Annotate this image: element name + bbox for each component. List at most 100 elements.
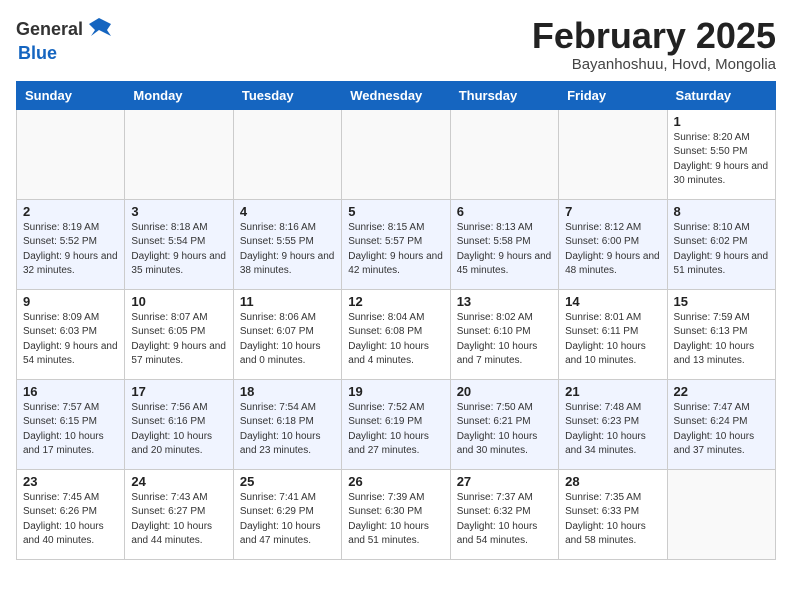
day-number: 22	[674, 384, 769, 399]
day-info: Sunrise: 7:47 AM Sunset: 6:24 PM Dayligh…	[674, 401, 769, 459]
day-number: 11	[240, 294, 335, 309]
calendar-day-cell: 24Sunrise: 7:43 AM Sunset: 6:27 PM Dayli…	[125, 469, 233, 559]
calendar-week-row: 1Sunrise: 8:20 AM Sunset: 5:50 PM Daylig…	[17, 109, 776, 199]
calendar-week-row: 16 Sunrise: 7:57 AM Sunset: 6:15 PM Dayli…	[17, 379, 776, 469]
day-number: 9	[23, 294, 118, 309]
calendar-day-cell: 15 Sunrise: 7:59 AM Sunset: 6:13 PM Dayli…	[667, 289, 775, 379]
location: Bayanhoshuu, Hovd, Mongolia	[532, 56, 776, 73]
day-number: 19	[348, 384, 443, 399]
calendar-day-cell: 8 Sunrise: 8:10 AM Sunset: 6:02 PM Daylig…	[667, 199, 775, 289]
calendar-day-cell	[667, 469, 775, 559]
day-number: 7	[565, 204, 660, 219]
logo-general-text: General	[16, 20, 83, 40]
day-number: 2	[23, 204, 118, 219]
day-number: 15	[674, 294, 769, 309]
day-info: Sunrise: 7:48 AM Sunset: 6:23 PM Dayligh…	[565, 401, 660, 459]
day-info: Sunrise: 7:41 AM Sunset: 6:29 PM Dayligh…	[240, 491, 335, 549]
calendar-day-cell: 22 Sunrise: 7:47 AM Sunset: 6:24 PM Dayli…	[667, 379, 775, 469]
day-number: 12	[348, 294, 443, 309]
calendar-day-cell: 25 Sunrise: 7:41 AM Sunset: 6:29 PM Dayli…	[233, 469, 341, 559]
calendar-day-cell	[17, 109, 125, 199]
day-info: Sunrise: 7:59 AM Sunset: 6:13 PM Dayligh…	[674, 311, 769, 369]
calendar-day-cell: 7 Sunrise: 8:12 AM Sunset: 6:00 PM Daylig…	[559, 199, 667, 289]
day-number: 25	[240, 474, 335, 489]
col-header-wednesday: Wednesday	[342, 81, 450, 109]
day-info: Sunrise: 8:16 AM Sunset: 5:55 PM Dayligh…	[240, 221, 335, 279]
day-number: 21	[565, 384, 660, 399]
day-number: 28	[565, 474, 660, 489]
day-info: Sunrise: 7:50 AM Sunset: 6:21 PM Dayligh…	[457, 401, 552, 459]
calendar-table: SundayMondayTuesdayWednesdayThursdayFrid…	[16, 81, 776, 560]
day-info: Sunrise: 8:19 AM Sunset: 5:52 PM Dayligh…	[23, 221, 118, 279]
calendar-day-cell: 4Sunrise: 8:16 AM Sunset: 5:55 PM Daylig…	[233, 199, 341, 289]
calendar-week-row: 23 Sunrise: 7:45 AM Sunset: 6:26 PM Dayli…	[17, 469, 776, 559]
day-info: Sunrise: 7:54 AM Sunset: 6:18 PM Dayligh…	[240, 401, 335, 459]
day-info: Sunrise: 7:45 AM Sunset: 6:26 PM Dayligh…	[23, 491, 118, 549]
day-number: 23	[23, 474, 118, 489]
day-number: 26	[348, 474, 443, 489]
calendar-day-cell: 23 Sunrise: 7:45 AM Sunset: 6:26 PM Dayli…	[17, 469, 125, 559]
page-header: General Blue February 2025 Bayanhoshuu, …	[16, 16, 776, 73]
calendar-day-cell: 2 Sunrise: 8:19 AM Sunset: 5:52 PM Daylig…	[17, 199, 125, 289]
calendar-day-cell: 1Sunrise: 8:20 AM Sunset: 5:50 PM Daylig…	[667, 109, 775, 199]
day-number: 13	[457, 294, 552, 309]
day-number: 17	[131, 384, 226, 399]
day-number: 5	[348, 204, 443, 219]
day-info: Sunrise: 7:52 AM Sunset: 6:19 PM Dayligh…	[348, 401, 443, 459]
col-header-monday: Monday	[125, 81, 233, 109]
day-number: 1	[674, 114, 769, 129]
day-info: Sunrise: 7:37 AM Sunset: 6:32 PM Dayligh…	[457, 491, 552, 549]
day-info: Sunrise: 7:35 AM Sunset: 6:33 PM Dayligh…	[565, 491, 660, 549]
logo: General Blue	[16, 16, 113, 64]
calendar-day-cell	[342, 109, 450, 199]
day-info: Sunrise: 8:15 AM Sunset: 5:57 PM Dayligh…	[348, 221, 443, 279]
day-info: Sunrise: 8:02 AM Sunset: 6:10 PM Dayligh…	[457, 311, 552, 369]
day-info: Sunrise: 8:01 AM Sunset: 6:11 PM Dayligh…	[565, 311, 660, 369]
day-info: Sunrise: 7:57 AM Sunset: 6:15 PM Dayligh…	[23, 401, 118, 459]
day-number: 14	[565, 294, 660, 309]
calendar-day-cell: 18 Sunrise: 7:54 AM Sunset: 6:18 PM Dayli…	[233, 379, 341, 469]
col-header-tuesday: Tuesday	[233, 81, 341, 109]
day-info: Sunrise: 8:12 AM Sunset: 6:00 PM Dayligh…	[565, 221, 660, 279]
calendar-day-cell: 3 Sunrise: 8:18 AM Sunset: 5:54 PM Daylig…	[125, 199, 233, 289]
calendar-day-cell: 13 Sunrise: 8:02 AM Sunset: 6:10 PM Dayli…	[450, 289, 558, 379]
month-title: February 2025	[532, 16, 776, 56]
calendar-header-row: SundayMondayTuesdayWednesdayThursdayFrid…	[17, 81, 776, 109]
calendar-day-cell: 10Sunrise: 8:07 AM Sunset: 6:05 PM Dayli…	[125, 289, 233, 379]
day-info: Sunrise: 7:56 AM Sunset: 6:16 PM Dayligh…	[131, 401, 226, 459]
calendar-day-cell: 6 Sunrise: 8:13 AM Sunset: 5:58 PM Daylig…	[450, 199, 558, 289]
calendar-week-row: 9Sunrise: 8:09 AM Sunset: 6:03 PM Daylig…	[17, 289, 776, 379]
day-info: Sunrise: 7:39 AM Sunset: 6:30 PM Dayligh…	[348, 491, 443, 549]
day-info: Sunrise: 8:04 AM Sunset: 6:08 PM Dayligh…	[348, 311, 443, 369]
logo-blue-text: Blue	[18, 43, 57, 63]
day-number: 6	[457, 204, 552, 219]
day-number: 8	[674, 204, 769, 219]
col-header-sunday: Sunday	[17, 81, 125, 109]
logo-icon	[85, 16, 113, 44]
day-info: Sunrise: 8:13 AM Sunset: 5:58 PM Dayligh…	[457, 221, 552, 279]
day-number: 16	[23, 384, 118, 399]
day-info: Sunrise: 8:06 AM Sunset: 6:07 PM Dayligh…	[240, 311, 335, 369]
col-header-saturday: Saturday	[667, 81, 775, 109]
calendar-day-cell	[125, 109, 233, 199]
day-number: 27	[457, 474, 552, 489]
col-header-friday: Friday	[559, 81, 667, 109]
day-info: Sunrise: 8:10 AM Sunset: 6:02 PM Dayligh…	[674, 221, 769, 279]
calendar-day-cell: 11 Sunrise: 8:06 AM Sunset: 6:07 PM Dayli…	[233, 289, 341, 379]
calendar-day-cell: 26 Sunrise: 7:39 AM Sunset: 6:30 PM Dayli…	[342, 469, 450, 559]
calendar-day-cell: 5 Sunrise: 8:15 AM Sunset: 5:57 PM Daylig…	[342, 199, 450, 289]
calendar-day-cell: 17 Sunrise: 7:56 AM Sunset: 6:16 PM Dayli…	[125, 379, 233, 469]
calendar-week-row: 2 Sunrise: 8:19 AM Sunset: 5:52 PM Daylig…	[17, 199, 776, 289]
calendar-day-cell	[559, 109, 667, 199]
title-area: February 2025 Bayanhoshuu, Hovd, Mongoli…	[532, 16, 776, 73]
calendar-day-cell: 14 Sunrise: 8:01 AM Sunset: 6:11 PM Dayli…	[559, 289, 667, 379]
day-info: Sunrise: 8:18 AM Sunset: 5:54 PM Dayligh…	[131, 221, 226, 279]
day-number: 18	[240, 384, 335, 399]
day-number: 24	[131, 474, 226, 489]
calendar-day-cell	[233, 109, 341, 199]
day-number: 3	[131, 204, 226, 219]
calendar-day-cell: 20Sunrise: 7:50 AM Sunset: 6:21 PM Dayli…	[450, 379, 558, 469]
calendar-day-cell: 21 Sunrise: 7:48 AM Sunset: 6:23 PM Dayli…	[559, 379, 667, 469]
day-number: 10	[131, 294, 226, 309]
calendar-day-cell: 27 Sunrise: 7:37 AM Sunset: 6:32 PM Dayli…	[450, 469, 558, 559]
